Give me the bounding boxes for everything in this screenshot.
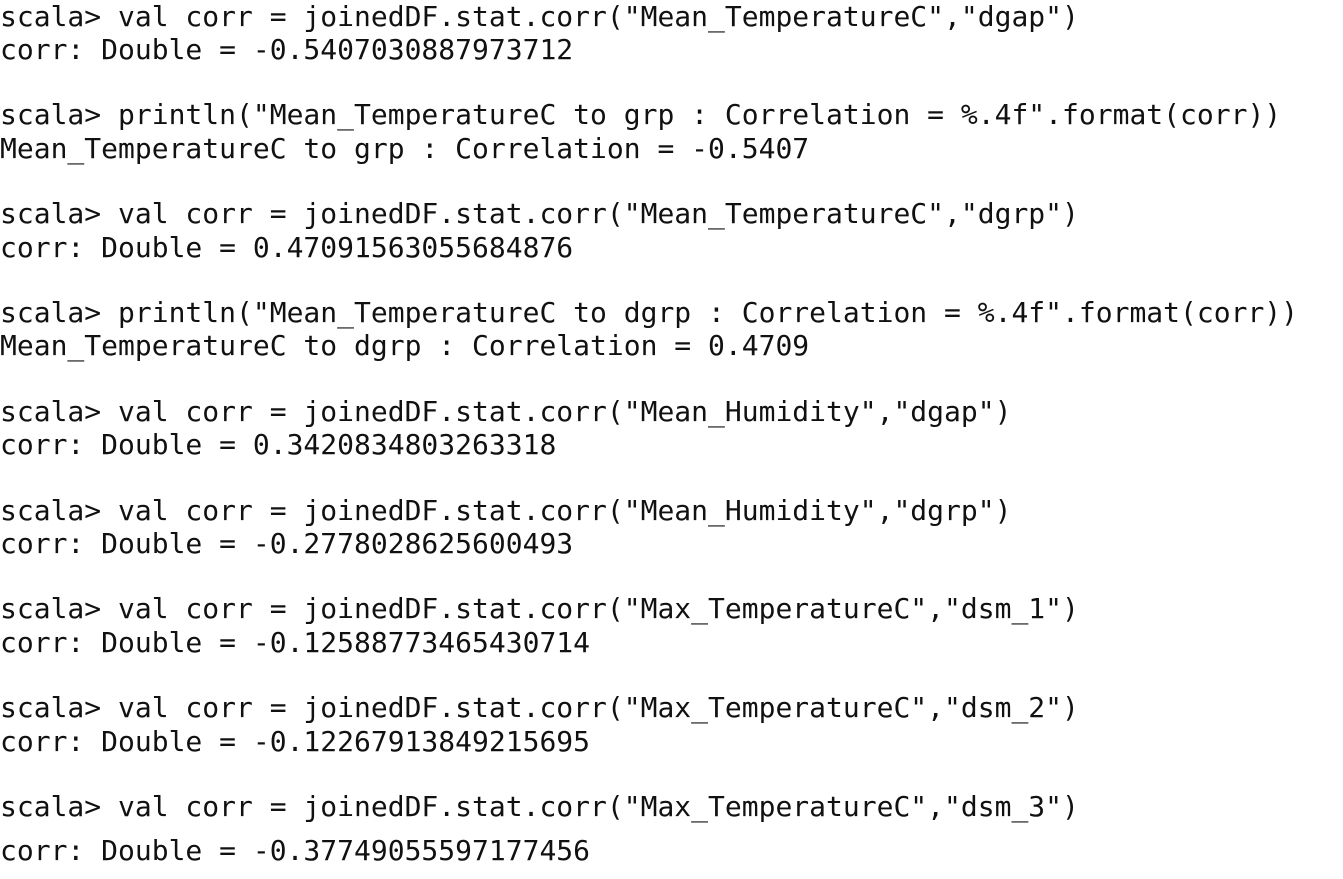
repl-command-line: scala> val corr = joinedDF.stat.corr("Me…	[0, 395, 1012, 428]
repl-output-line: corr: Double = -0.12267913849215695	[0, 725, 591, 758]
repl-command-line: scala> val corr = joinedDF.stat.corr("Me…	[0, 494, 1012, 527]
repl-command-line: scala> val corr = joinedDF.stat.corr("Me…	[0, 0, 1079, 33]
repl-command-line: scala> val corr = joinedDF.stat.corr("Me…	[0, 197, 1079, 230]
repl-output-line: corr: Double = -0.37749055597177456	[0, 834, 591, 867]
scala-repl-output: scala> val corr = joinedDF.stat.corr("Me…	[0, 0, 1343, 879]
repl-output-line: Mean_TemperatureC to grp : Correlation =…	[0, 132, 810, 165]
repl-command-line: scala> val corr = joinedDF.stat.corr("Ma…	[0, 592, 1079, 625]
repl-command-line: scala> println("Mean_TemperatureC to grp…	[0, 98, 1282, 131]
repl-output-line: corr: Double = 0.3420834803263318	[0, 428, 557, 461]
repl-output-line: corr: Double = 0.47091563055684876	[0, 231, 574, 264]
repl-command-line: scala> println("Mean_TemperatureC to dgr…	[0, 296, 1299, 329]
repl-output-line: Mean_TemperatureC to dgrp : Correlation …	[0, 329, 810, 362]
repl-output-line: corr: Double = -0.12588773465430714	[0, 626, 591, 659]
repl-output-line: corr: Double = -0.5407030887973712	[0, 33, 574, 66]
repl-output-line: corr: Double = -0.2778028625600493	[0, 527, 574, 560]
repl-command-line: scala> val corr = joinedDF.stat.corr("Ma…	[0, 691, 1079, 724]
repl-command-line: scala> val corr = joinedDF.stat.corr("Ma…	[0, 790, 1079, 823]
